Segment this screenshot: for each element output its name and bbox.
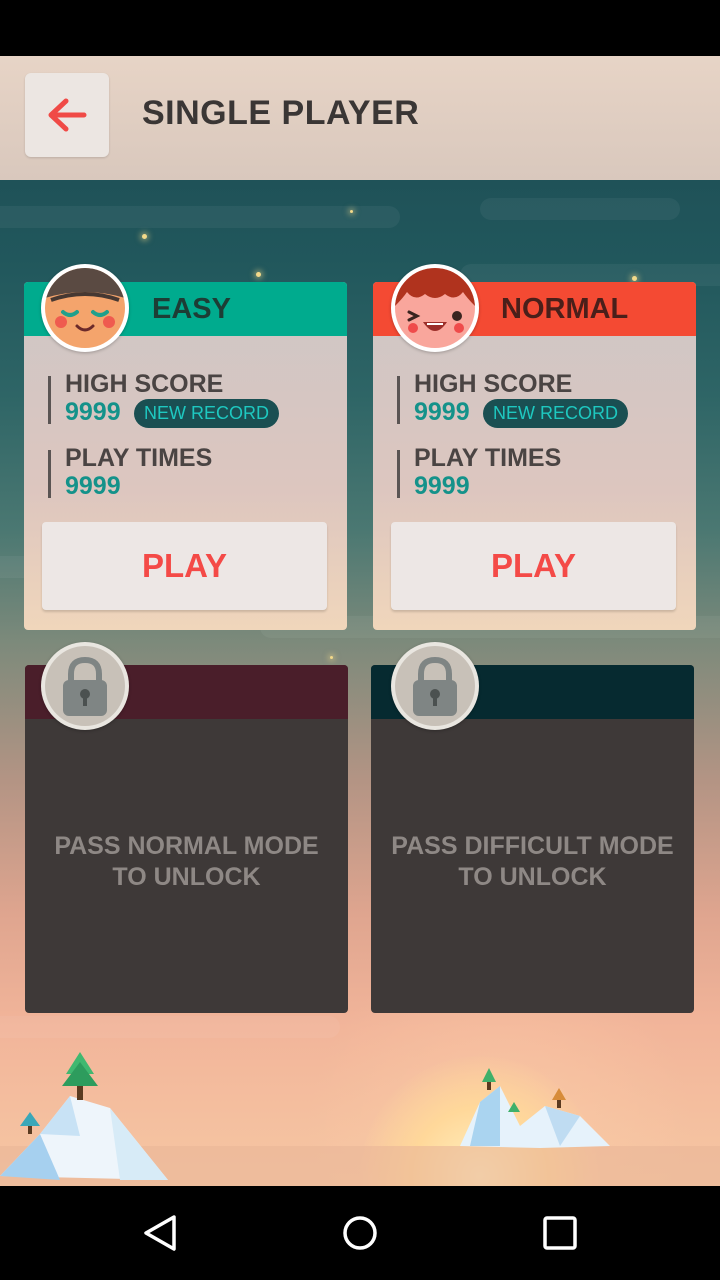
nav-back-button[interactable] [100,1186,220,1280]
easy-face-avatar [41,264,129,352]
star-decoration [350,210,353,213]
lock-icon [45,646,125,726]
star-decoration [142,234,147,239]
nav-recents-button[interactable] [500,1186,620,1280]
nav-home-button[interactable] [300,1186,420,1280]
bg-stripe [480,198,680,220]
lock-icon [395,646,475,726]
play-times-value: 9999 [414,472,470,500]
back-button[interactable] [25,73,109,157]
normal-face-icon [395,268,475,348]
star-decoration [330,656,333,659]
home-circle-icon [343,1216,377,1250]
status-bar [0,0,720,56]
normal-face-avatar [391,264,479,352]
lock-avatar-1 [41,642,129,730]
stat-divider [48,450,51,498]
bg-stripe [0,206,400,228]
back-triangle-icon [144,1215,176,1251]
high-score-label: HIGH SCORE [65,370,224,398]
unlock-hint: PASS NORMAL MODE TO UNLOCK [54,832,319,891]
icy-landscape-illustration [0,1052,720,1186]
game-screen: SINGLE PLAYER EASY HIGH SCORE 9999 NEW R… [0,56,720,1186]
star-decoration [632,276,637,281]
new-record-badge: NEW RECORD [134,399,279,428]
stat-divider [397,376,400,424]
arrow-left-icon [48,98,87,132]
easy-face-icon [45,268,125,348]
normal-play-button[interactable]: PLAY [391,522,676,610]
star-decoration [256,272,261,277]
play-times-value: 9999 [65,472,121,500]
navigation-bar [0,1186,720,1280]
header: SINGLE PLAYER [0,56,720,180]
recents-square-icon [543,1216,577,1250]
lock-avatar-2 [391,642,479,730]
play-times-label: PLAY TIMES [65,444,213,472]
new-record-badge: NEW RECORD [483,399,628,428]
easy-play-button[interactable]: PLAY [42,522,327,610]
stat-divider [397,450,400,498]
high-score-value: 9999 [65,398,121,426]
play-times-label: PLAY TIMES [414,444,562,472]
stat-divider [48,376,51,424]
bg-stripe [0,1016,340,1038]
easy-title: EASY [152,293,231,325]
high-score-label: HIGH SCORE [414,370,573,398]
page-title: SINGLE PLAYER [142,94,420,132]
high-score-value: 9999 [414,398,470,426]
unlock-hint: PASS DIFFICULT MODE TO UNLOCK [391,832,674,891]
normal-title: NORMAL [501,293,629,325]
